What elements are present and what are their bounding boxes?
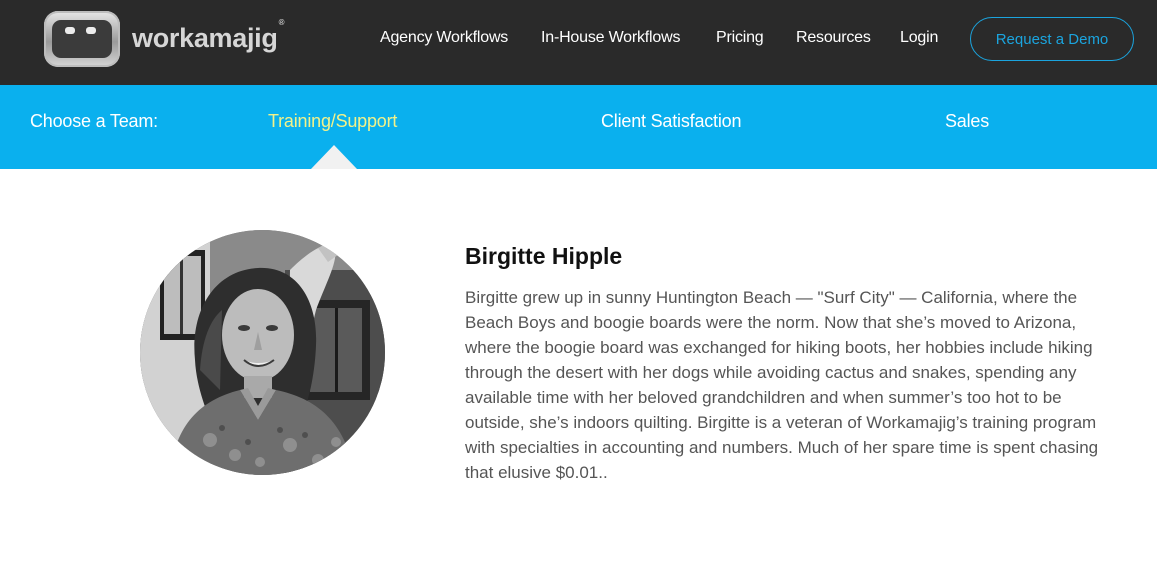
nav-login[interactable]: Login: [900, 29, 938, 47]
team-selector-bar: Choose a Team: Training/Support Client S…: [0, 85, 1157, 169]
nav-agency-workflows[interactable]: Agency Workflows: [380, 29, 508, 47]
active-tab-pointer: [311, 145, 357, 169]
nav-pricing[interactable]: Pricing: [716, 29, 764, 47]
profile-name: Birgitte Hipple: [465, 243, 623, 269]
tab-sales[interactable]: Sales: [945, 111, 989, 132]
nav-in-house-workflows[interactable]: In-House Workflows: [541, 29, 680, 47]
profile-photo: [140, 230, 385, 475]
request-demo-button[interactable]: Request a Demo: [970, 17, 1134, 61]
top-navigation-bar: workamajig® Agency Workflows In-House Wo…: [0, 0, 1157, 85]
choose-team-label: Choose a Team:: [30, 111, 158, 131]
robot-logo-icon: [44, 11, 120, 67]
nav-resources[interactable]: Resources: [796, 29, 871, 47]
brand-name: workamajig®: [132, 17, 285, 53]
profile-bio: Birgitte grew up in sunny Huntington Bea…: [465, 288, 1099, 482]
tab-client-satisfaction[interactable]: Client Satisfaction: [601, 111, 741, 132]
workamajig-logo[interactable]: workamajig®: [44, 11, 284, 67]
tab-training-support[interactable]: Training/Support: [268, 111, 397, 132]
